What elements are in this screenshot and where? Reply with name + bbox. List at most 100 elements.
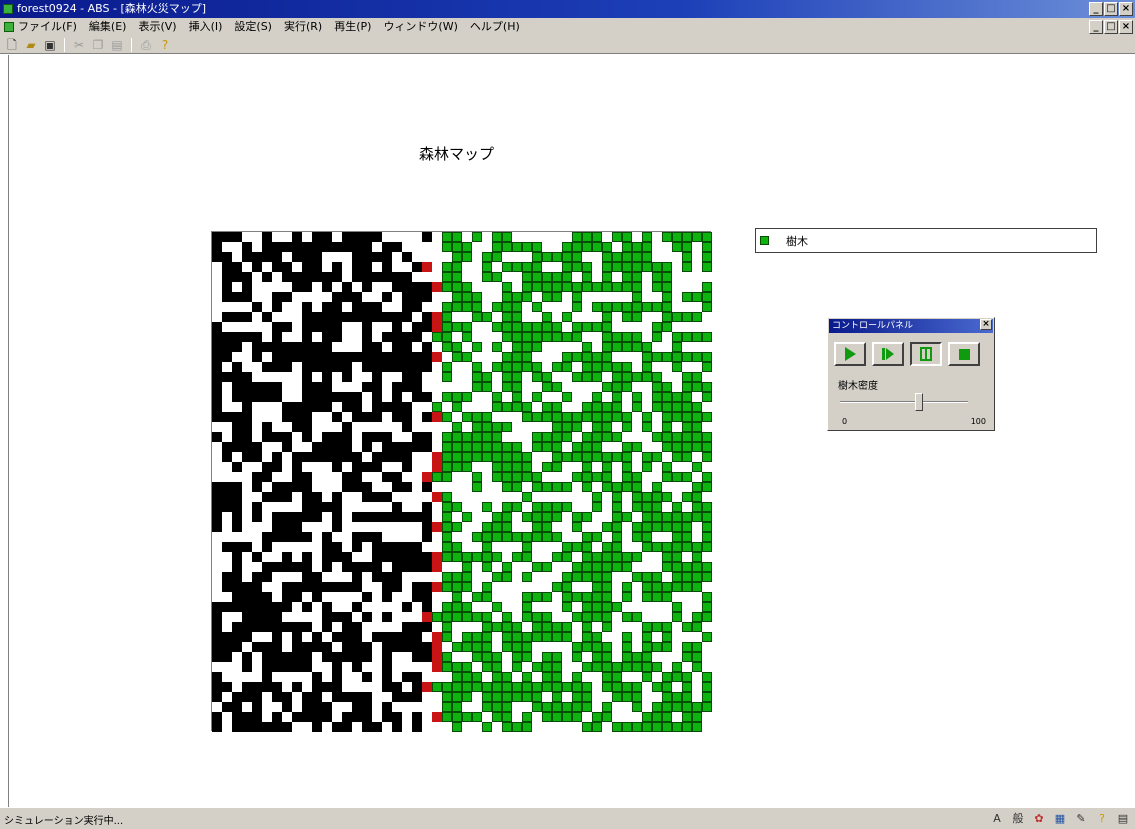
print-icon[interactable]: ⎙ [138, 37, 154, 53]
grid-cell-tree [572, 282, 582, 292]
maximize-button[interactable]: □ [1104, 2, 1118, 16]
title-bar[interactable]: forest0924 - ABS - [森林火災マップ] _ □ × [0, 0, 1135, 18]
grid-cell-empty [652, 632, 662, 642]
menu-settings[interactable]: 設定(S) [234, 18, 272, 36]
grid-cell-tree [552, 382, 562, 392]
grid-cell-tree [582, 342, 592, 352]
pause-button[interactable] [910, 342, 942, 366]
grid-cell-tree [702, 442, 712, 452]
menu-insert[interactable]: 挿入(I) [189, 18, 223, 36]
menu-view[interactable]: 表示(V) [138, 18, 176, 36]
grid-cell-burnt [262, 642, 272, 652]
grid-cell-empty [642, 472, 652, 482]
ime-help-icon[interactable]: ? [1094, 811, 1110, 827]
menu-help[interactable]: ヘルプ(H) [470, 18, 520, 36]
grid-cell-empty [562, 672, 572, 682]
new-file-icon[interactable]: 🗋 [4, 37, 20, 53]
grid-cell-burnt [272, 262, 282, 272]
grid-cell-tree [522, 462, 532, 472]
grid-cell-empty [552, 312, 562, 322]
grid-cell-empty [632, 712, 642, 722]
save-icon[interactable]: ▣ [42, 37, 58, 53]
grid-cell-empty [252, 632, 262, 642]
grid-cell-empty [252, 462, 262, 472]
grid-cell-empty [652, 612, 662, 622]
step-button[interactable] [872, 342, 904, 366]
grid-cell-empty [462, 492, 472, 502]
grid-cell-empty [242, 482, 252, 492]
doc-close-button[interactable]: × [1119, 20, 1133, 34]
grid-cell-empty [562, 722, 572, 732]
grid-cell-tree [492, 512, 502, 522]
control-panel-close-button[interactable]: × [980, 319, 992, 330]
open-folder-icon[interactable]: ▰ [23, 37, 39, 53]
close-button[interactable]: × [1119, 2, 1133, 16]
ime-tools-icon[interactable]: ✿ [1031, 811, 1047, 827]
grid-cell-empty [252, 662, 262, 672]
grid-cell-burnt [252, 612, 262, 622]
grid-cell-empty [262, 522, 272, 532]
grid-cell-empty [592, 672, 602, 682]
grid-cell-empty [492, 492, 502, 502]
grid-cell-empty [692, 592, 702, 602]
document-icon[interactable] [4, 22, 14, 32]
copy-icon[interactable]: ❐ [90, 37, 106, 53]
density-slider-thumb[interactable] [915, 393, 924, 411]
ime-pad-icon[interactable]: ▦ [1052, 811, 1068, 827]
grid-cell-empty [422, 722, 432, 732]
density-slider-track[interactable] [840, 401, 968, 403]
grid-cell-burnt [282, 362, 292, 372]
menu-window[interactable]: ウィンドウ(W) [383, 18, 457, 36]
grid-cell-empty [292, 392, 302, 402]
cut-icon[interactable]: ✂ [71, 37, 87, 53]
paste-icon[interactable]: ▤ [109, 37, 125, 53]
ime-properties-icon[interactable]: ▤ [1115, 811, 1131, 827]
grid-cell-empty [662, 502, 672, 512]
grid-cell-burnt [232, 332, 242, 342]
grid-cell-tree [682, 702, 692, 712]
menu-run[interactable]: 実行(R) [284, 18, 322, 36]
grid-cell-empty [612, 632, 622, 642]
grid-cell-tree [552, 652, 562, 662]
grid-cell-empty [442, 562, 452, 572]
grid-cell-tree [582, 452, 592, 462]
grid-cell-empty [402, 582, 412, 592]
grid-cell-burnt [242, 392, 252, 402]
ime-mode-icon[interactable]: A [989, 811, 1005, 827]
grid-cell-tree [492, 662, 502, 672]
grid-cell-burnt [372, 452, 382, 462]
grid-cell-empty [542, 262, 552, 272]
grid-cell-burnt [212, 412, 222, 422]
grid-cell-empty [222, 462, 232, 472]
grid-cell-burnt [362, 312, 372, 322]
menu-edit[interactable]: 編集(E) [89, 18, 127, 36]
grid-cell-empty [612, 292, 622, 302]
menu-playback[interactable]: 再生(P) [334, 18, 371, 36]
grid-cell-burnt [252, 252, 262, 262]
grid-cell-empty [482, 672, 492, 682]
grid-cell-burnt [212, 402, 222, 412]
grid-cell-tree [702, 562, 712, 572]
forest-grid[interactable] [211, 231, 712, 732]
control-panel-title[interactable]: コントロールパネル [829, 319, 993, 333]
grid-cell-burnt [362, 362, 372, 372]
ime-kana-icon[interactable]: 般 [1010, 811, 1026, 827]
grid-cell-burnt [282, 492, 292, 502]
grid-cell-empty [512, 702, 522, 712]
stop-button[interactable] [948, 342, 980, 366]
grid-cell-tree [482, 272, 492, 282]
ime-dictionary-icon[interactable]: ✎ [1073, 811, 1089, 827]
help-icon[interactable]: ? [157, 37, 173, 53]
grid-cell-burnt [222, 262, 232, 272]
grid-cell-tree [502, 572, 512, 582]
grid-cell-empty [382, 342, 392, 352]
play-button[interactable] [834, 342, 866, 366]
doc-minimize-button[interactable]: _ [1089, 20, 1103, 34]
doc-restore-button[interactable]: □ [1104, 20, 1118, 34]
grid-cell-empty [352, 372, 362, 382]
grid-cell-burnt [252, 302, 262, 312]
grid-cell-burnt [312, 632, 322, 642]
menu-file[interactable]: ファイル(F) [18, 18, 77, 36]
minimize-button[interactable]: _ [1089, 2, 1103, 16]
control-panel[interactable]: コントロールパネル × 樹木密度 0 100 [827, 317, 995, 431]
